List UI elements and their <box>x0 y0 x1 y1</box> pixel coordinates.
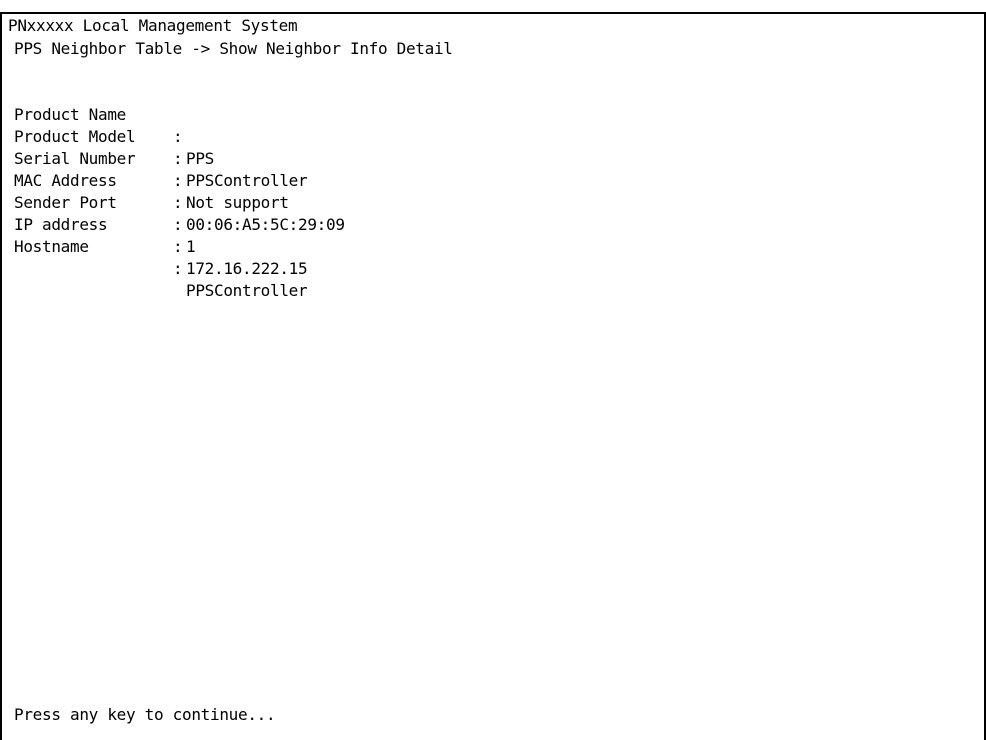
terminal-screen[interactable]: PNxxxxx Local Management System PPS Neig… <box>0 12 986 740</box>
detail-row-sender-port: Sender Port : 1 <box>2 170 984 256</box>
system-title: PNxxxxx Local Management System <box>8 16 298 35</box>
detail-row-product-model: Product Model : PPSController <box>2 104 984 190</box>
breadcrumb: PPS Neighbor Table -> Show Neighbor Info… <box>14 39 453 58</box>
detail-row-hostname: Hostname : PPSController <box>2 214 984 300</box>
detail-row-ip-address: IP address : 172.16.222.15 <box>2 192 984 278</box>
detail-value: 1 <box>186 237 196 256</box>
detail-row-mac-address: MAC Address : 00:06:A5:5C:29:09 <box>2 148 984 234</box>
detail-separator: : <box>173 237 183 256</box>
detail-separator: : <box>173 259 183 278</box>
detail-label: Hostname <box>14 237 89 256</box>
detail-value: PPSController <box>186 281 308 300</box>
detail-row-product-name: Product Name : PPS <box>2 82 984 168</box>
detail-value: 172.16.222.15 <box>186 259 308 278</box>
detail-row-serial-number: Serial Number : Not support <box>2 126 984 212</box>
continue-prompt[interactable]: Press any key to continue... <box>14 704 276 726</box>
